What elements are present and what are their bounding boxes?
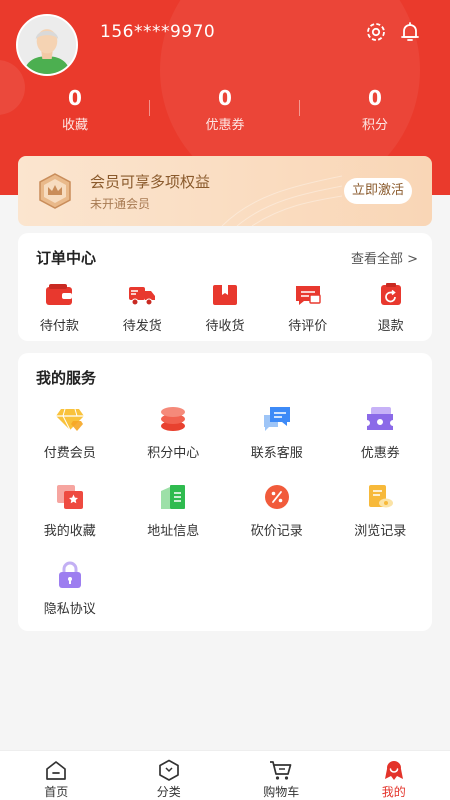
refund-icon (380, 283, 401, 305)
tab-home[interactable]: 首页 (0, 751, 113, 800)
service-customer-support[interactable]: 联系客服 (225, 405, 329, 461)
service-browsing-history[interactable]: 浏览记录 (329, 483, 433, 539)
stat-value: 0 (218, 86, 232, 110)
gear-icon[interactable] (364, 20, 388, 44)
order-status-label: 待评价 (288, 319, 328, 334)
truck-icon (129, 287, 156, 306)
order-status-label: 待付款 (39, 319, 79, 334)
order-status-label: 待发货 (122, 319, 162, 334)
stats-bar: 0 收藏 0 优惠券 0 积分 (0, 86, 450, 133)
service-paid-membership[interactable]: 付费会员 (18, 405, 122, 461)
profile-icon (384, 761, 403, 780)
service-label: 浏览记录 (354, 524, 407, 539)
service-label: 付费会员 (43, 446, 96, 461)
stat-value: 0 (68, 86, 82, 110)
bottom-tab-bar: 首页 分类 购物车 我的 (0, 750, 450, 800)
service-label: 积分中心 (147, 446, 200, 461)
vip-title: 会员可享多项权益 (90, 173, 211, 191)
stat-label: 积分 (361, 118, 388, 133)
service-label: 我的收藏 (43, 524, 96, 539)
order-status-label: 退款 (377, 319, 404, 334)
bell-icon[interactable] (398, 20, 422, 44)
order-pending-receipt[interactable]: 待收货 (184, 283, 267, 334)
home-icon (46, 761, 67, 780)
service-coupons[interactable]: 优惠券 (329, 405, 433, 461)
service-address-info[interactable]: 地址信息 (122, 483, 226, 539)
avatar[interactable] (16, 14, 78, 76)
tab-label: 购物车 (263, 785, 300, 799)
chat-icon (263, 407, 290, 431)
bargain-icon (264, 485, 289, 509)
category-icon (158, 759, 179, 781)
stat-label: 优惠券 (205, 118, 245, 133)
order-status-label: 待收货 (205, 319, 245, 334)
stat-points[interactable]: 0 积分 (300, 86, 450, 133)
service-my-favorites[interactable]: 我的收藏 (18, 483, 122, 539)
decor-wave (221, 175, 342, 226)
address-icon (161, 485, 186, 509)
service-label: 优惠券 (360, 446, 400, 461)
history-icon (369, 485, 394, 508)
tab-profile[interactable]: 我的 (338, 751, 450, 800)
view-all-orders-link[interactable]: 查看全部 > (351, 248, 418, 267)
tab-label: 我的 (381, 785, 406, 799)
service-label: 砍价记录 (250, 524, 303, 539)
tab-cart[interactable]: 购物车 (225, 751, 338, 800)
service-privacy-policy[interactable]: 隐私协议 (18, 561, 122, 617)
service-bargain-records[interactable]: 砍价记录 (225, 483, 329, 539)
service-label: 联系客服 (250, 446, 303, 461)
order-pending-review[interactable]: 待评价 (266, 283, 349, 334)
order-center-card: 订单中心 查看全部 > 待付款 待发货 待收货 待评价 退款 (18, 233, 432, 341)
vip-banner[interactable]: 会员可享多项权益 未开通会员 立即激活 (18, 156, 432, 226)
order-status-row: 待付款 待发货 待收货 待评价 退款 (18, 283, 432, 334)
tab-label: 分类 (156, 785, 181, 799)
services-grid: 付费会员 积分中心 联系客服 优惠券 我的收藏 地址信息 砍价记录 浏览记录 隐… (18, 405, 432, 617)
package-icon (212, 285, 237, 305)
avatar-image (18, 16, 76, 74)
activate-button[interactable]: 立即激活 (343, 178, 412, 204)
stat-label: 收藏 (61, 118, 88, 133)
tab-category[interactable]: 分类 (113, 751, 226, 800)
cart-icon (270, 761, 292, 780)
service-label: 隐私协议 (43, 602, 96, 617)
coins-icon (161, 407, 186, 431)
stat-coupons[interactable]: 0 优惠券 (150, 86, 300, 133)
stat-favorites[interactable]: 0 收藏 (0, 86, 150, 133)
coupon-icon (367, 407, 394, 430)
service-label: 地址信息 (147, 524, 200, 539)
my-services-title: 我的服务 (36, 369, 97, 387)
service-points-center[interactable]: 积分中心 (122, 405, 226, 461)
order-pending-shipment[interactable]: 待发货 (101, 283, 184, 334)
favorite-icon (56, 485, 83, 509)
comment-icon (295, 286, 321, 305)
stat-value: 0 (368, 86, 382, 110)
my-services-card: 我的服务 付费会员 积分中心 联系客服 优惠券 我的收藏 地址信息 砍价记录 浏… (18, 353, 432, 631)
order-refund[interactable]: 退款 (349, 283, 432, 334)
crown-badge-icon (39, 173, 71, 209)
user-phone[interactable]: 156****9970 (100, 22, 215, 42)
tab-label: 首页 (44, 785, 69, 799)
vip-subtitle: 未开通会员 (90, 197, 151, 211)
wallet-icon (46, 284, 73, 305)
lock-icon (58, 561, 81, 588)
order-center-title: 订单中心 (36, 249, 97, 267)
diamond-icon (55, 408, 84, 431)
order-pending-payment[interactable]: 待付款 (18, 283, 101, 334)
